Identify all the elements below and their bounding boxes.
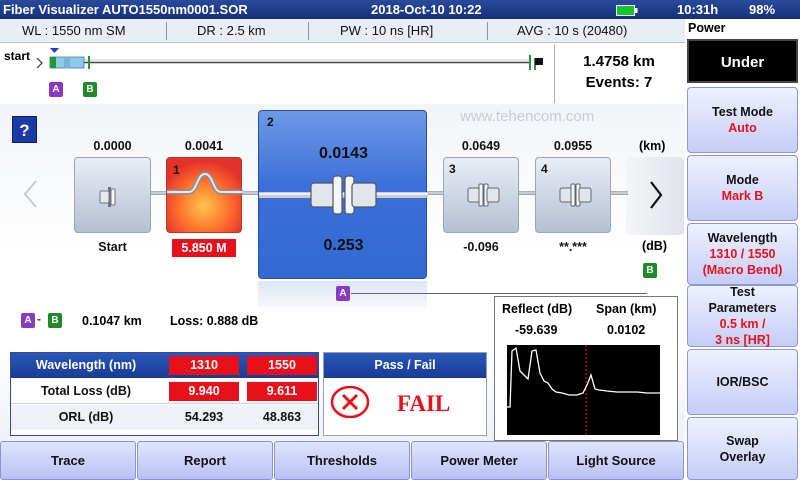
link-summary: 1.4758 km Events: 7 [555,51,683,93]
scroll-left-button[interactable] [16,159,46,229]
wavelength-button[interactable]: Wavelength 1310 / 1550 (Macro Bend) [687,223,798,285]
event-count: Events: 7 [585,74,653,91]
span-value: 0.0102 [607,323,646,337]
event-position: 0.0955 [553,139,593,153]
status-bar: Fiber Visualizer AUTO1550nm0001.SOR 2018… [0,0,800,19]
tab-report[interactable]: Report [137,441,273,480]
marker-a-icon: A [21,313,35,328]
event-position: 0.0649 [461,139,501,153]
a-b-span-line [351,293,647,294]
tab-trace[interactable]: Trace [0,441,136,480]
battery-percent: 98% [749,2,776,17]
event-number: 4 [541,162,548,176]
wavelength-row: Wavelength (nm) 1310 1550 [11,353,318,378]
event-position: 0.0041 [184,139,224,153]
event-label: 0.253 [323,237,364,254]
tab-light-source[interactable]: Light Source [548,441,684,480]
averaging-info: AVG : 10 s (20480) [517,23,628,38]
power-label: Power [688,21,726,35]
event-position: 0.0000 [93,139,132,153]
marker-a-icon[interactable]: A [49,82,63,97]
km-unit-label: (km) [639,139,666,153]
power-status-under: Under [687,39,798,83]
total-loss-1310: 9.940 [169,382,239,401]
total-loss-row: Total Loss (dB) 9.940 9.611 [11,379,318,404]
event-3-card[interactable]: 3 [443,157,519,233]
total-loss-1550: 9.611 [247,382,317,401]
chevron-left-icon [23,180,37,208]
side-menu: Power Under Test Mode Auto Mode Mark B W… [685,19,800,480]
pulse-info: PW : 10 ns [HR] [340,23,434,38]
orl-1310: 54.293 [184,410,224,424]
wavelength-1310: 1310 [169,356,239,375]
mode-button[interactable]: Mode Mark B [687,155,798,221]
overview-trace [36,48,543,70]
event-label: -0.096 [463,240,499,254]
event-position: 0.0143 [319,145,368,162]
marker-a-icon: A [336,286,350,301]
a-b-loss: Loss: 0.888 dB [170,314,259,328]
battery-time: 10:31h [677,2,719,17]
event-label: **.*** [559,240,587,254]
link-overview[interactable]: start A B 1.4758 km Events: 7 [0,43,685,104]
chevron-right-icon [650,181,663,209]
link-length: 1.4758 km [583,53,655,70]
scroll-right-button[interactable] [626,157,684,235]
trace-zoom-plot [507,345,660,435]
fail-result: FAIL [397,391,451,416]
ior-bsc-button[interactable]: IOR/BSC [687,349,798,415]
orl-1550: 48.863 [262,410,302,424]
a-b-distance: 0.1047 km [82,314,142,328]
marker-b-icon: B [643,263,657,278]
swap-overlay-button[interactable]: Swap Overlay [687,417,798,480]
orl-row: ORL (dB) 54.293 48.863 [11,405,318,430]
reflect-value: -59.639 [515,323,558,337]
tab-power-meter[interactable]: Power Meter [411,441,547,480]
marker-b-icon[interactable]: B [83,82,97,97]
help-button[interactable]: ? [12,116,37,143]
tab-thresholds[interactable]: Thresholds [274,441,410,480]
reflect-label: Reflect (dB) [502,302,573,316]
event-label: Start [98,240,127,254]
wavelength-info: WL : 1550 nm SM [22,23,126,38]
test-mode-button[interactable]: Test Mode Auto [687,87,798,153]
event-2-card-selected[interactable]: 2 0.0143 0.253 [258,110,428,279]
wavelength-1550: 1550 [247,356,317,375]
marker-b-icon: B [48,313,62,328]
file-title: Fiber Visualizer AUTO1550nm0001.SOR [3,2,248,17]
start-label: start [4,49,31,63]
range-info: DR : 2.5 km [197,23,266,38]
pass-fail-panel: Pass / Fail FAIL [323,352,487,436]
pass-fail-header: Pass / Fail [324,353,486,378]
event-1-card[interactable]: 1 [166,157,243,233]
acquisition-info-bar: WL : 1550 nm SM DR : 2.5 km PW : 10 ns [… [0,19,685,43]
event-start-card[interactable] [74,157,151,233]
watermark: www.tehencom.com [460,108,595,125]
test-parameters-button[interactable]: Test Parameters 0.5 km / 3 ns [HR] [687,285,798,347]
event-number: 1 [173,163,180,177]
date-time: 2018-Oct-10 10:22 [371,2,482,17]
event-label: 5.850 M [172,239,236,257]
connector-pair-icon [259,175,428,215]
db-unit-label: (dB) [642,239,667,253]
battery-icon [616,4,638,19]
event-number: 2 [267,115,274,129]
connector-icon [99,187,116,207]
zoom-trace-panel[interactable]: Reflect (dB) Span (km) -59.639 0.0102 [494,296,678,441]
fail-x-icon [330,386,370,418]
event-number: 3 [449,162,456,176]
event-4-card[interactable]: 4 [535,157,611,233]
span-label: Span (km) [596,302,657,316]
